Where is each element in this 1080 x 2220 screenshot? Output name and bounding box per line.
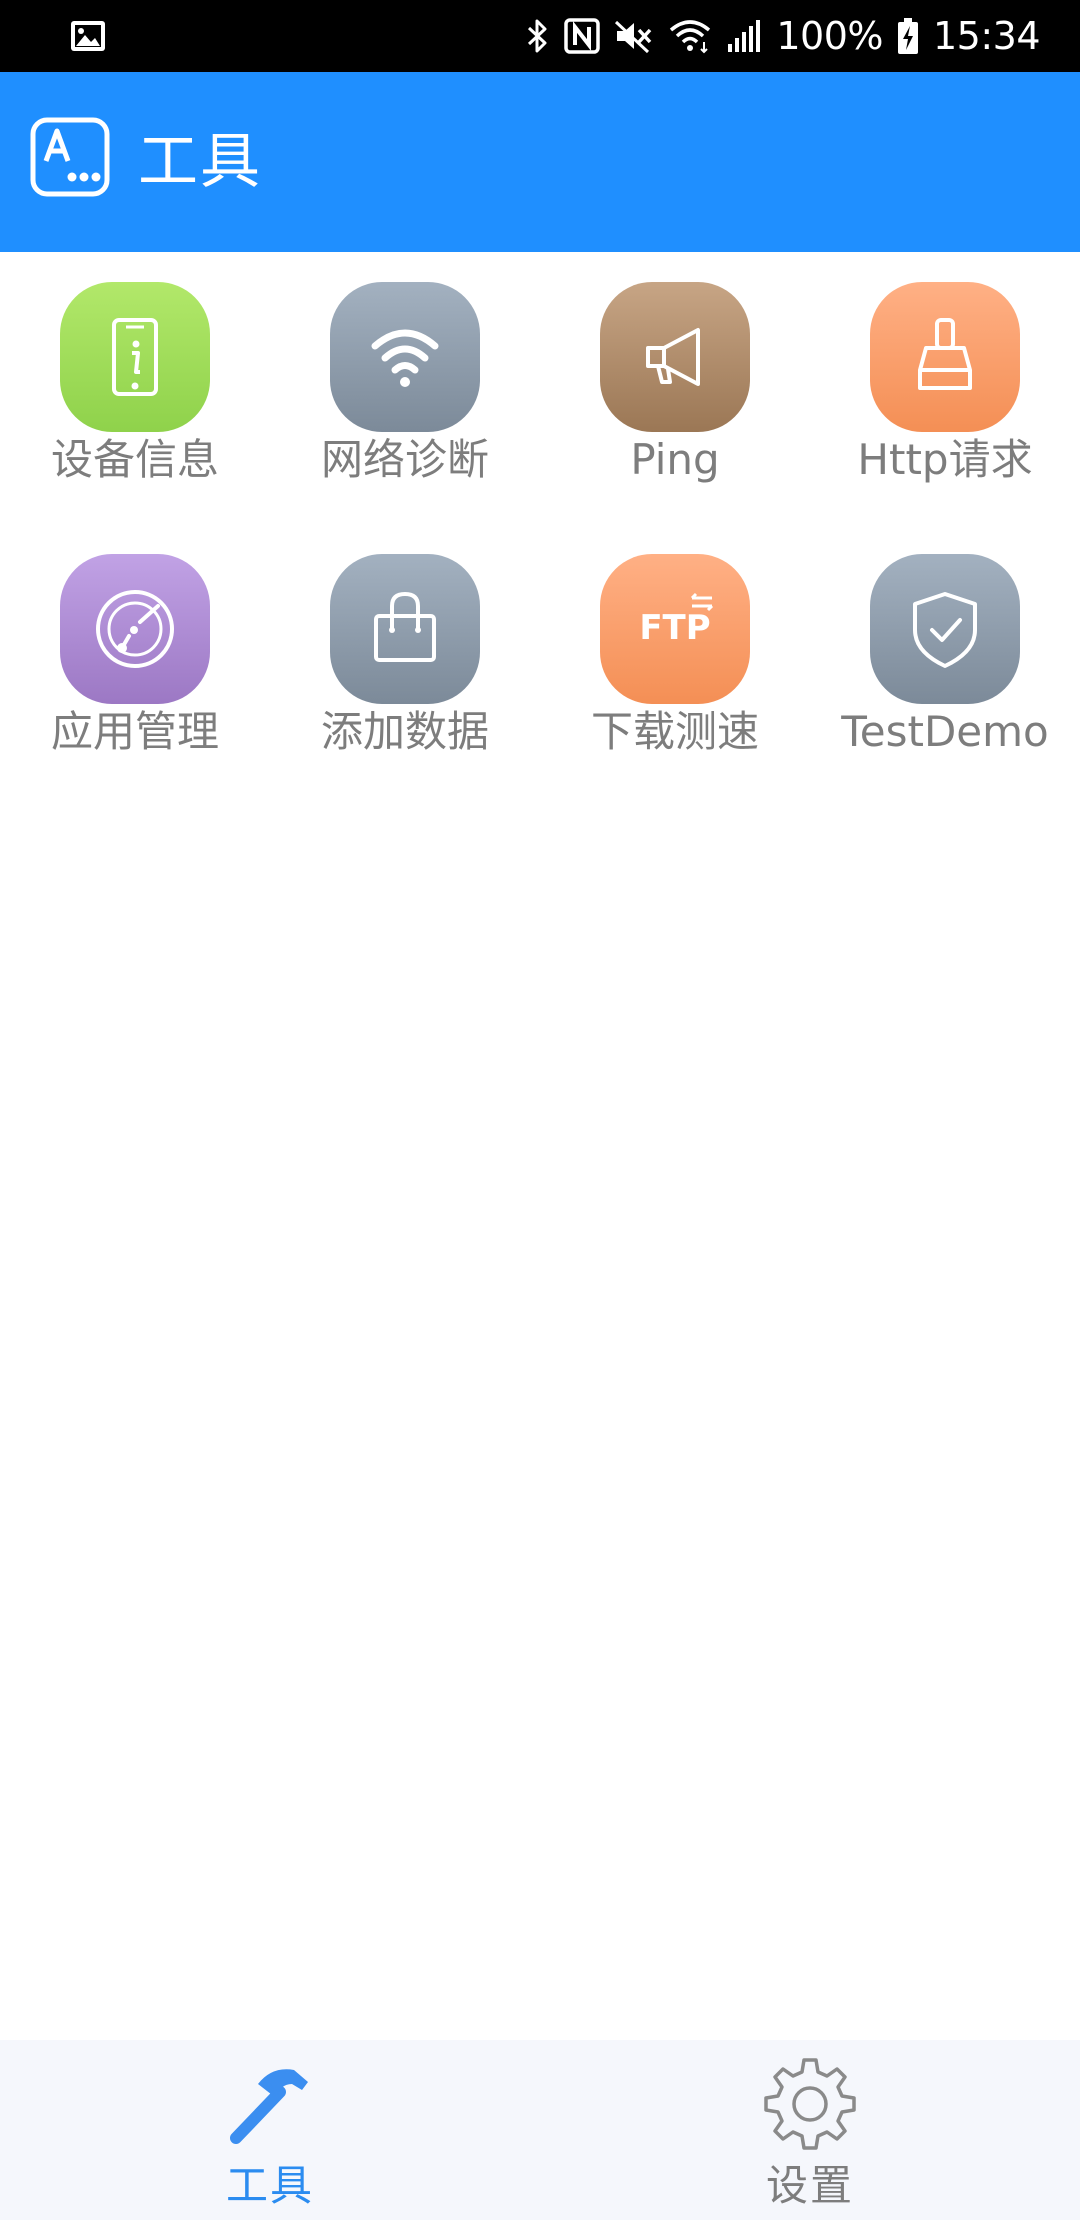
tool-label: Ping — [630, 435, 720, 484]
bluetooth-icon — [526, 18, 550, 54]
phone-info-icon — [60, 282, 210, 432]
ftp-icon: FTP — [600, 554, 750, 704]
wifi-icon — [668, 18, 712, 54]
nav-tab-tools[interactable]: 工具 — [0, 2040, 540, 2220]
clock: 15:34 — [932, 14, 1041, 58]
mute-icon — [614, 18, 654, 54]
nav-tab-settings[interactable]: 设置 — [540, 2040, 1080, 2220]
tool-label: 网络诊断 — [320, 435, 489, 484]
battery-percentage: 100% — [776, 14, 883, 58]
signal-icon — [726, 18, 762, 54]
nfc-icon — [564, 18, 601, 54]
tool-http-request[interactable]: Http请求 — [810, 252, 1080, 492]
tool-label: 设备信息 — [50, 435, 219, 484]
tool-label: TestDemo — [841, 707, 1049, 756]
tool-label: 应用管理 — [50, 707, 219, 756]
tool-label: 下载测速 — [590, 707, 759, 756]
shield-check-icon — [870, 554, 1020, 704]
megaphone-icon — [600, 282, 750, 432]
tool-app-management[interactable]: 应用管理 — [0, 524, 270, 764]
tool-add-data[interactable]: 添加数据 — [270, 524, 540, 764]
shopping-bag-icon — [330, 554, 480, 704]
app-logo-icon — [30, 117, 110, 197]
tool-label: 添加数据 — [320, 707, 489, 756]
page-title: 工具 — [138, 127, 262, 197]
tool-ping[interactable]: Ping — [540, 252, 810, 492]
app-bar: 工具 — [0, 72, 1080, 252]
tool-download-speed-test[interactable]: FTP 下载测速 — [540, 524, 810, 764]
gear-icon — [762, 2054, 858, 2150]
battery-charging-icon — [897, 17, 919, 55]
ftp-icon-text: FTP — [639, 608, 711, 648]
hammer-icon — [222, 2054, 318, 2150]
tool-test-demo[interactable]: TestDemo — [810, 524, 1080, 764]
radar-icon — [60, 554, 210, 704]
tool-device-info[interactable]: 设备信息 — [0, 252, 270, 492]
tool-label: Http请求 — [857, 435, 1033, 484]
image-icon — [70, 20, 106, 52]
wifi-icon — [330, 282, 480, 432]
tool-network-diagnosis[interactable]: 网络诊断 — [270, 252, 540, 492]
bottom-navigation: 工具 设置 — [0, 2040, 1080, 2220]
nav-label: 设置 — [765, 2161, 854, 2210]
nav-label: 工具 — [225, 2161, 314, 2210]
status-bar: 100% 15:34 — [0, 0, 1080, 72]
broom-icon — [870, 282, 1020, 432]
